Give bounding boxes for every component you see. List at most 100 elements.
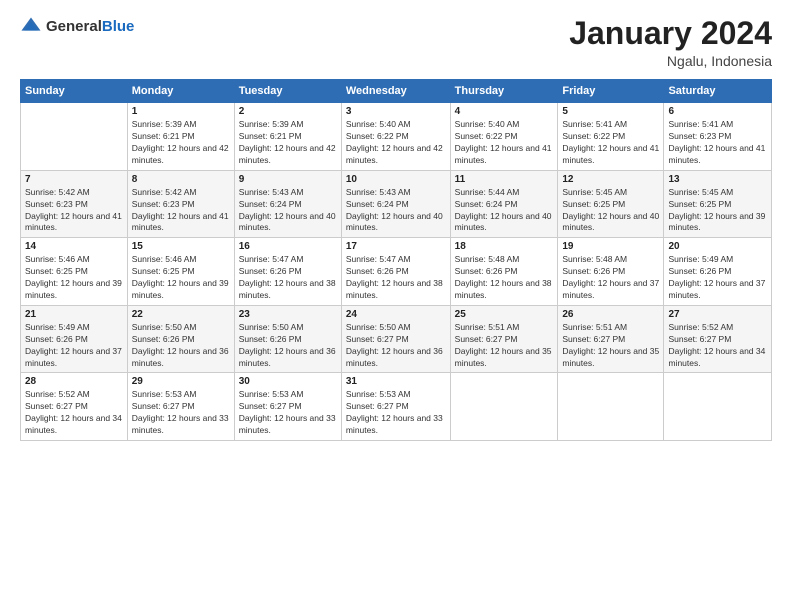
day-info: Sunrise: 5:48 AMSunset: 6:26 PMDaylight:… xyxy=(562,254,659,302)
weekday-header-wednesday: Wednesday xyxy=(341,80,450,103)
weekday-header-row: SundayMondayTuesdayWednesdayThursdayFrid… xyxy=(21,80,772,103)
day-number: 16 xyxy=(239,241,337,252)
day-info: Sunrise: 5:42 AMSunset: 6:23 PMDaylight:… xyxy=(25,187,123,235)
day-number: 1 xyxy=(132,106,230,117)
calendar-cell: 3 Sunrise: 5:40 AMSunset: 6:22 PMDaylight… xyxy=(341,103,450,171)
day-number: 18 xyxy=(455,241,554,252)
day-number: 7 xyxy=(25,174,123,185)
day-info: Sunrise: 5:48 AMSunset: 6:26 PMDaylight:… xyxy=(455,254,554,302)
calendar-table: SundayMondayTuesdayWednesdayThursdayFrid… xyxy=(20,79,772,441)
day-number: 9 xyxy=(239,174,337,185)
calendar-cell: 28Sunrise: 5:52 AMSunset: 6:27 PMDayligh… xyxy=(21,373,128,441)
day-info: Sunrise: 5:49 AMSunset: 6:26 PMDaylight:… xyxy=(668,254,767,302)
location: Ngalu, Indonesia xyxy=(569,53,772,69)
week-row-4: 21 Sunrise: 5:49 AMSunset: 6:26 PMDayligh… xyxy=(21,305,772,373)
month-title: January 2024 xyxy=(569,16,772,51)
day-info: Sunrise: 5:41 AMSunset: 6:22 PMDaylight:… xyxy=(562,119,659,167)
day-number: 8 xyxy=(132,174,230,185)
day-info: Sunrise: 5:46 AMSunset: 6:25 PMDaylight:… xyxy=(132,254,230,302)
day-number: 25 xyxy=(455,309,554,320)
calendar-cell: 8 Sunrise: 5:42 AMSunset: 6:23 PMDaylight… xyxy=(127,170,234,238)
page: GeneralBlue January 2024 Ngalu, Indonesi… xyxy=(0,0,792,612)
day-info: Sunrise: 5:51 AMSunset: 6:27 PMDaylight:… xyxy=(562,322,659,370)
weekday-header-thursday: Thursday xyxy=(450,80,558,103)
calendar-cell: 12 Sunrise: 5:45 AMSunset: 6:25 PMDayligh… xyxy=(558,170,664,238)
calendar-cell xyxy=(558,373,664,441)
logo: GeneralBlue xyxy=(20,16,134,38)
day-number: 4 xyxy=(455,106,554,117)
calendar-cell xyxy=(21,103,128,171)
day-number: 12 xyxy=(562,174,659,185)
week-row-5: 28Sunrise: 5:52 AMSunset: 6:27 PMDayligh… xyxy=(21,373,772,441)
calendar-cell: 16 Sunrise: 5:47 AMSunset: 6:26 PMDayligh… xyxy=(234,238,341,306)
logo-blue: Blue xyxy=(102,18,135,35)
week-row-1: 1 Sunrise: 5:39 AMSunset: 6:21 PMDaylight… xyxy=(21,103,772,171)
day-info: Sunrise: 5:39 AMSunset: 6:21 PMDaylight:… xyxy=(132,119,230,167)
day-info: Sunrise: 5:45 AMSunset: 6:25 PMDaylight:… xyxy=(562,187,659,235)
day-number: 26 xyxy=(562,309,659,320)
weekday-header-tuesday: Tuesday xyxy=(234,80,341,103)
calendar-cell: 21 Sunrise: 5:49 AMSunset: 6:26 PMDayligh… xyxy=(21,305,128,373)
day-number: 21 xyxy=(25,309,123,320)
calendar-cell: 13 Sunrise: 5:45 AMSunset: 6:25 PMDayligh… xyxy=(664,170,772,238)
calendar-cell: 11 Sunrise: 5:44 AMSunset: 6:24 PMDayligh… xyxy=(450,170,558,238)
day-info: Sunrise: 5:50 AMSunset: 6:26 PMDaylight:… xyxy=(132,322,230,370)
day-number: 30 xyxy=(239,376,337,387)
day-info: Sunrise: 5:40 AMSunset: 6:22 PMDaylight:… xyxy=(455,119,554,167)
day-info: Sunrise: 5:45 AMSunset: 6:25 PMDaylight:… xyxy=(668,187,767,235)
week-row-2: 7 Sunrise: 5:42 AMSunset: 6:23 PMDaylight… xyxy=(21,170,772,238)
calendar-cell: 15Sunrise: 5:46 AMSunset: 6:25 PMDayligh… xyxy=(127,238,234,306)
day-info: Sunrise: 5:46 AMSunset: 6:25 PMDaylight:… xyxy=(25,254,123,302)
day-info: Sunrise: 5:44 AMSunset: 6:24 PMDaylight:… xyxy=(455,187,554,235)
calendar-cell xyxy=(664,373,772,441)
day-number: 6 xyxy=(668,106,767,117)
day-number: 23 xyxy=(239,309,337,320)
day-info: Sunrise: 5:51 AMSunset: 6:27 PMDaylight:… xyxy=(455,322,554,370)
calendar-cell: 4 Sunrise: 5:40 AMSunset: 6:22 PMDaylight… xyxy=(450,103,558,171)
day-info: Sunrise: 5:49 AMSunset: 6:26 PMDaylight:… xyxy=(25,322,123,370)
day-number: 22 xyxy=(132,309,230,320)
calendar-cell: 29 Sunrise: 5:53 AMSunset: 6:27 PMDayligh… xyxy=(127,373,234,441)
calendar-cell xyxy=(450,373,558,441)
day-number: 19 xyxy=(562,241,659,252)
calendar-cell: 18 Sunrise: 5:48 AMSunset: 6:26 PMDayligh… xyxy=(450,238,558,306)
calendar-cell: 7 Sunrise: 5:42 AMSunset: 6:23 PMDaylight… xyxy=(21,170,128,238)
day-number: 2 xyxy=(239,106,337,117)
header: GeneralBlue January 2024 Ngalu, Indonesi… xyxy=(20,16,772,69)
day-info: Sunrise: 5:50 AMSunset: 6:27 PMDaylight:… xyxy=(346,322,446,370)
calendar-cell: 20 Sunrise: 5:49 AMSunset: 6:26 PMDayligh… xyxy=(664,238,772,306)
day-number: 5 xyxy=(562,106,659,117)
day-number: 17 xyxy=(346,241,446,252)
calendar-cell: 1 Sunrise: 5:39 AMSunset: 6:21 PMDaylight… xyxy=(127,103,234,171)
calendar-cell: 2Sunrise: 5:39 AMSunset: 6:21 PMDaylight… xyxy=(234,103,341,171)
calendar-cell: 23 Sunrise: 5:50 AMSunset: 6:26 PMDayligh… xyxy=(234,305,341,373)
day-number: 20 xyxy=(668,241,767,252)
day-number: 3 xyxy=(346,106,446,117)
day-number: 29 xyxy=(132,376,230,387)
day-info: Sunrise: 5:47 AMSunset: 6:26 PMDaylight:… xyxy=(239,254,337,302)
logo-icon xyxy=(20,16,42,38)
calendar-cell: 6 Sunrise: 5:41 AMSunset: 6:23 PMDaylight… xyxy=(664,103,772,171)
day-info: Sunrise: 5:52 AMSunset: 6:27 PMDaylight:… xyxy=(25,389,123,437)
calendar-cell: 26 Sunrise: 5:51 AMSunset: 6:27 PMDayligh… xyxy=(558,305,664,373)
day-info: Sunrise: 5:53 AMSunset: 6:27 PMDaylight:… xyxy=(132,389,230,437)
day-number: 14 xyxy=(25,241,123,252)
day-info: Sunrise: 5:42 AMSunset: 6:23 PMDaylight:… xyxy=(132,187,230,235)
calendar-cell: 19 Sunrise: 5:48 AMSunset: 6:26 PMDayligh… xyxy=(558,238,664,306)
calendar-cell: 17Sunrise: 5:47 AMSunset: 6:26 PMDayligh… xyxy=(341,238,450,306)
title-block: January 2024 Ngalu, Indonesia xyxy=(569,16,772,69)
calendar-cell: 22 Sunrise: 5:50 AMSunset: 6:26 PMDayligh… xyxy=(127,305,234,373)
day-number: 24 xyxy=(346,309,446,320)
day-info: Sunrise: 5:50 AMSunset: 6:26 PMDaylight:… xyxy=(239,322,337,370)
calendar-cell: 30 Sunrise: 5:53 AMSunset: 6:27 PMDayligh… xyxy=(234,373,341,441)
day-number: 11 xyxy=(455,174,554,185)
day-number: 31 xyxy=(346,376,446,387)
calendar-cell: 5 Sunrise: 5:41 AMSunset: 6:22 PMDaylight… xyxy=(558,103,664,171)
day-info: Sunrise: 5:40 AMSunset: 6:22 PMDaylight:… xyxy=(346,119,446,167)
day-number: 10 xyxy=(346,174,446,185)
calendar-cell: 24 Sunrise: 5:50 AMSunset: 6:27 PMDayligh… xyxy=(341,305,450,373)
day-number: 13 xyxy=(668,174,767,185)
day-info: Sunrise: 5:41 AMSunset: 6:23 PMDaylight:… xyxy=(668,119,767,167)
day-info: Sunrise: 5:53 AMSunset: 6:27 PMDaylight:… xyxy=(239,389,337,437)
calendar-cell: 14 Sunrise: 5:46 AMSunset: 6:25 PMDayligh… xyxy=(21,238,128,306)
